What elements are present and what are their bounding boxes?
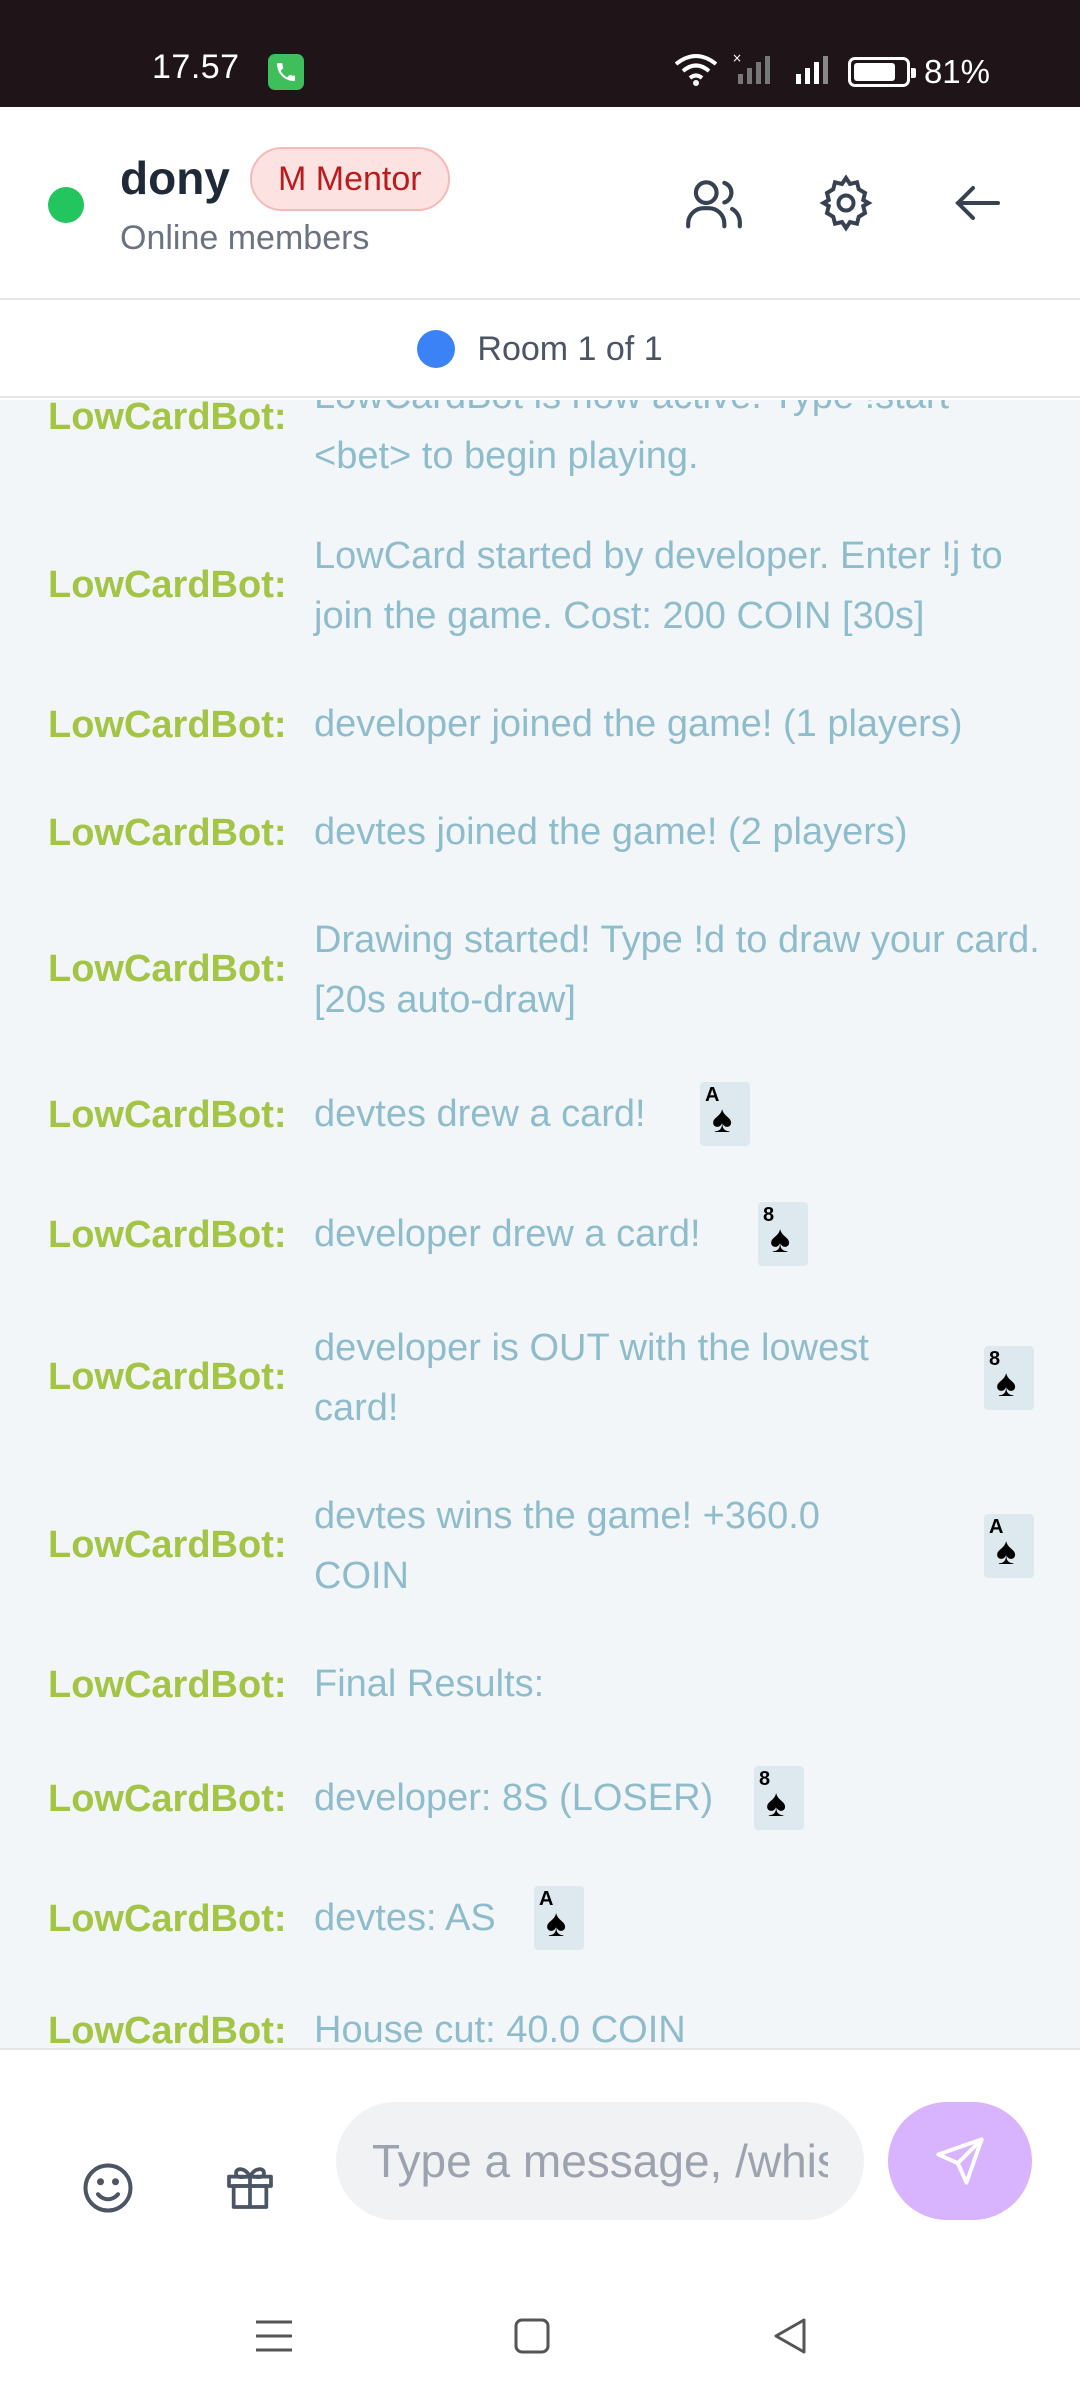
playing-card-ace-spades: A ♠ — [534, 1886, 584, 1950]
message-sender[interactable]: LowCardBot: — [48, 2010, 287, 2048]
emoji-icon[interactable] — [78, 2158, 138, 2218]
message-text: devtes joined the game! (2 players) — [314, 811, 908, 853]
members-icon[interactable] — [678, 167, 750, 239]
message-text: Drawing started! Type !d to draw your ca… — [314, 919, 1040, 1021]
message-list[interactable]: LowCardBot: LowCardBot is now active. Ty… — [0, 400, 1080, 2048]
message-sender[interactable]: LowCardBot: — [48, 1094, 287, 1137]
system-nav-bar — [0, 2266, 1080, 2400]
signal-off-icon: × — [732, 51, 776, 91]
message-text: devtes: AS — [314, 1897, 496, 1939]
battery-percent: 81% — [923, 52, 990, 90]
chat-header: dony M Mentor Online members — [0, 107, 1080, 300]
message-text: devtes drew a card! — [314, 1093, 646, 1135]
message-sender[interactable]: LowCardBot: — [48, 948, 287, 991]
message-text: developer: 8S (LOSER) — [314, 1777, 714, 1819]
message-text: developer is OUT with the lowest card! — [314, 1327, 869, 1429]
phone-call-icon — [268, 54, 304, 90]
playing-card-eight-spades: 8 ♠ — [984, 1346, 1034, 1410]
message-composer — [0, 2048, 1080, 2266]
message-text: LowCardBot is now active. Type !start <b… — [314, 400, 949, 477]
playing-card-eight-spades: 8 ♠ — [758, 1202, 808, 1266]
message-sender[interactable]: LowCardBot: — [48, 564, 287, 607]
message-sender[interactable]: LowCardBot: — [48, 400, 287, 439]
room-indicator[interactable]: Room 1 of 1 — [0, 302, 1080, 398]
status-time: 17.57 — [152, 48, 240, 86]
message-sender[interactable]: LowCardBot: — [48, 1778, 287, 1821]
gear-icon[interactable] — [810, 167, 882, 239]
message-text: Final Results: — [314, 1663, 545, 1705]
menu-nav-icon[interactable] — [244, 2306, 304, 2366]
message-sender[interactable]: LowCardBot: — [48, 1356, 287, 1399]
message-input[interactable] — [336, 2102, 864, 2220]
wifi-icon — [674, 52, 718, 91]
message-text: LowCard started by developer. Enter !j t… — [314, 535, 1003, 637]
message-text: developer joined the game! (1 players) — [314, 703, 963, 745]
message-text: developer drew a card! — [314, 1213, 701, 1255]
svg-text:×: × — [732, 52, 742, 65]
gift-icon[interactable] — [222, 2158, 282, 2218]
battery-icon — [847, 56, 916, 87]
room-name: dony — [120, 152, 230, 204]
online-status-dot — [48, 187, 84, 223]
playing-card-ace-spades: A ♠ — [700, 1082, 750, 1146]
message-text: House cut: 40.0 COIN — [314, 2009, 686, 2048]
message-sender[interactable]: LowCardBot: — [48, 1898, 287, 1941]
playing-card-ace-spades: A ♠ — [984, 1514, 1034, 1578]
message-sender[interactable]: LowCardBot: — [48, 1524, 287, 1567]
room-dot — [417, 330, 456, 368]
back-nav-icon[interactable] — [760, 2306, 820, 2366]
message-sender[interactable]: LowCardBot: — [48, 1664, 287, 1707]
message-sender[interactable]: LowCardBot: — [48, 704, 287, 747]
home-nav-icon[interactable] — [502, 2306, 562, 2366]
playing-card-eight-spades: 8 ♠ — [754, 1766, 804, 1830]
message-text: devtes wins the game! +360.0 COIN — [314, 1495, 820, 1597]
message-sender[interactable]: LowCardBot: — [48, 812, 287, 855]
send-icon — [936, 2137, 984, 2185]
online-members-label[interactable]: Online members — [120, 219, 369, 258]
room-label: Room 1 of 1 — [477, 329, 663, 368]
signal-icon — [790, 52, 834, 91]
mentor-badge: M Mentor — [250, 147, 450, 211]
status-bar: 17.57 × 81% — [0, 0, 1080, 107]
back-arrow-icon[interactable] — [942, 167, 1014, 239]
status-icons: × 81% — [674, 51, 990, 91]
send-button[interactable] — [888, 2102, 1032, 2220]
message-sender[interactable]: LowCardBot: — [48, 1214, 287, 1257]
